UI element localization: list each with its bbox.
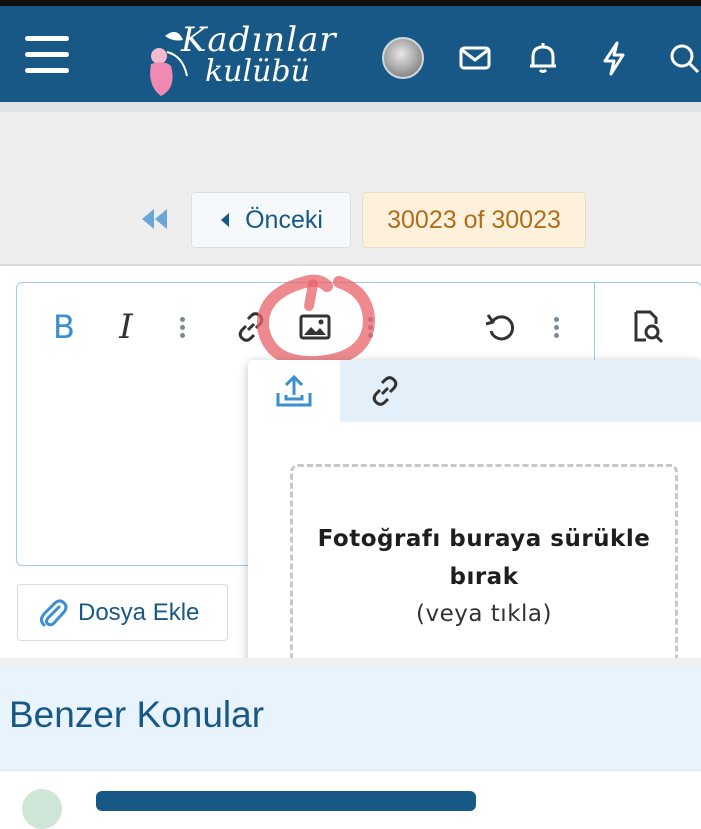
preview-icon[interactable] <box>625 305 669 349</box>
page-indicator-label: 30023 of 30023 <box>387 205 561 234</box>
upload-tab[interactable] <box>248 360 340 422</box>
undo-icon[interactable] <box>479 305 523 349</box>
bell-icon[interactable] <box>521 36 565 80</box>
divider <box>0 658 701 666</box>
divider <box>0 264 701 266</box>
thread-avatar <box>22 789 62 829</box>
thread-title-cropped <box>96 791 476 811</box>
brand-line-2: kulübü <box>205 54 310 89</box>
lightning-icon[interactable] <box>592 36 636 80</box>
site-logo[interactable]: Kadınlar kulübü <box>143 16 343 98</box>
popup-tabs <box>248 360 701 422</box>
annotation-circle <box>256 272 376 369</box>
image-dropzone[interactable]: Fotoğrafı buraya sürükle bırak (veya tık… <box>290 464 678 688</box>
similar-threads-section: Benzer Konular <box>0 666 701 770</box>
previous-page-button[interactable]: Önceki <box>191 192 351 248</box>
bold-button[interactable]: B <box>47 305 81 349</box>
link-icon <box>372 376 398 406</box>
more-vertical-icon[interactable] <box>177 305 187 349</box>
dropzone-title: Fotoğrafı buraya sürükle bırak <box>317 526 651 590</box>
attach-label: Dosya Ekle <box>78 598 200 626</box>
attach-file-button[interactable]: Dosya Ekle <box>17 584 228 641</box>
search-icon[interactable] <box>662 36 701 80</box>
toolbar-divider <box>594 283 595 363</box>
header-shadow <box>0 102 701 112</box>
upload-icon <box>276 374 312 407</box>
more-vertical-icon[interactable] <box>551 305 561 349</box>
page-indicator-button[interactable]: 30023 of 30023 <box>362 192 586 248</box>
dropzone-subtitle: (veya tıkla) <box>416 601 552 627</box>
similar-thread-item[interactable] <box>0 770 701 829</box>
previous-label: Önceki <box>245 205 323 234</box>
avatar[interactable] <box>382 37 424 79</box>
chevron-left-icon <box>221 213 230 227</box>
italic-button[interactable]: I <box>111 305 141 349</box>
paperclip-icon <box>40 599 68 626</box>
link-tab[interactable] <box>360 368 410 414</box>
mail-icon[interactable] <box>453 36 497 80</box>
site-header: Kadınlar kulübü <box>0 6 701 102</box>
menu-icon[interactable] <box>25 36 69 76</box>
first-page-icon[interactable] <box>140 205 170 233</box>
similar-threads-title: Benzer Konular <box>9 694 265 735</box>
